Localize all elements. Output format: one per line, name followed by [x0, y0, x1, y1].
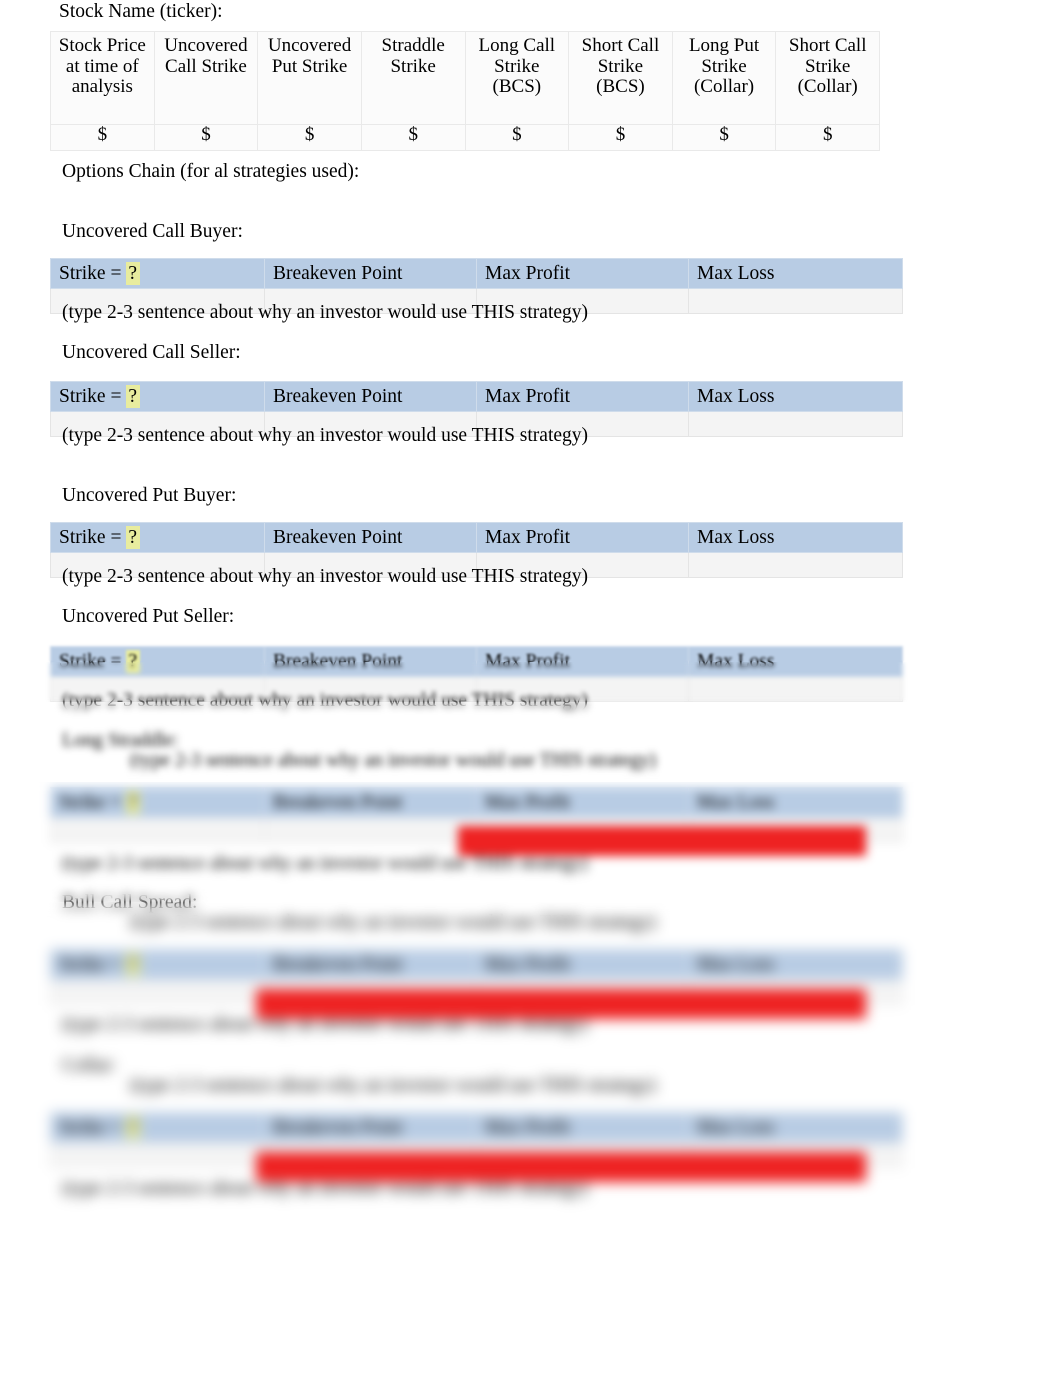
strike-header-cell[interactable]: Strike = ?	[50, 787, 265, 818]
strike-header-cell[interactable]: Strike = ?	[50, 949, 265, 980]
redaction-bar	[458, 826, 866, 856]
max-loss-header-cell: Max Loss	[688, 381, 903, 412]
max-loss-header-cell: Max Loss	[688, 258, 903, 289]
strike-label: Strike =	[59, 1117, 127, 1138]
section-title-uncovered-call-seller: Uncovered Call Seller:	[62, 342, 241, 363]
strike-value-highlight: ?	[126, 262, 140, 285]
strategy-subnote: (type 2-3 sentence about why an investor…	[130, 750, 657, 771]
strategy-prompt-text: (type 2-3 sentence about why an investor…	[62, 566, 589, 587]
max-loss-header-cell: Max Loss	[688, 1112, 903, 1143]
section-title-uncovered-put-seller: Uncovered Put Seller:	[62, 606, 235, 627]
strike-value-highlight: ?	[126, 791, 140, 814]
strike-value-cell[interactable]: $	[360, 124, 466, 151]
strike-value-highlight: ?	[126, 526, 140, 549]
max-profit-header-cell: Max Profit	[476, 949, 689, 980]
strike-price-table: Stock Price at time of analysis Uncovere…	[50, 31, 880, 151]
strike-value-cell[interactable]: $	[257, 124, 362, 151]
strike-input-cell[interactable]	[50, 817, 265, 843]
strike-header-cell[interactable]: Strike = ?	[50, 381, 265, 412]
strike-label: Strike =	[59, 651, 127, 672]
strike-table-value-row: $ $ $ $ $ $ $ $	[50, 124, 880, 151]
max-loss-input-cell[interactable]	[688, 552, 903, 578]
strike-value-highlight: ?	[126, 385, 140, 408]
redaction-bar	[256, 1152, 866, 1182]
strike-header-cell: Uncovered Put Strike	[257, 31, 362, 125]
max-profit-header-cell: Max Profit	[476, 646, 689, 677]
breakeven-input-cell[interactable]	[264, 817, 477, 843]
strike-value-cell[interactable]: $	[464, 124, 570, 151]
max-profit-header-cell: Max Profit	[476, 258, 689, 289]
strategy-prompt-text: (type 2-3 sentence about why an investor…	[62, 853, 589, 874]
strike-input-cell[interactable]	[50, 979, 265, 1005]
options-chain-label: Options Chain (for al strategies used):	[62, 161, 360, 182]
redaction-bar	[256, 989, 866, 1019]
strike-header-cell: Straddle Strike	[360, 31, 466, 125]
strike-header-cell[interactable]: Strike = ?	[50, 522, 265, 553]
max-profit-header-cell: Max Profit	[476, 522, 689, 553]
breakeven-header-cell: Breakeven Point	[264, 787, 477, 818]
section-title-uncovered-put-buyer: Uncovered Put Buyer:	[62, 485, 237, 506]
strike-label: Strike =	[59, 386, 127, 407]
strike-table-header-row: Stock Price at time of analysis Uncovere…	[50, 31, 880, 125]
strike-value-cell[interactable]: $	[671, 124, 777, 151]
breakeven-header-cell: Breakeven Point	[264, 646, 477, 677]
max-loss-header-cell: Max Loss	[688, 646, 903, 677]
strategy-prompt-text: (type 2-3 sentence about why an investor…	[62, 690, 589, 711]
stock-name-label: Stock Name (ticker):	[59, 1, 223, 22]
max-loss-header-cell: Max Loss	[688, 949, 903, 980]
strike-header-cell: Uncovered Call Strike	[153, 31, 259, 125]
breakeven-header-cell: Breakeven Point	[264, 522, 477, 553]
strike-value-cell[interactable]: $	[568, 124, 673, 151]
max-loss-input-cell[interactable]	[688, 676, 903, 702]
strike-header-cell: Short Call Strike (Collar)	[775, 31, 880, 125]
strike-header-cell[interactable]: Strike = ?	[50, 646, 265, 677]
section-title-long-straddle: Long Straddle:	[62, 730, 179, 751]
strategy-table-header-row: Strike = ? Breakeven Point Max Profit Ma…	[50, 1112, 903, 1143]
strategy-table-header-row: Strike = ? Breakeven Point Max Profit Ma…	[50, 646, 903, 677]
strike-label: Strike =	[59, 263, 127, 284]
strategy-table-header-row: Strike = ? Breakeven Point Max Profit Ma…	[50, 522, 903, 553]
document-page: Stock Name (ticker): Stock Price at time…	[0, 0, 1062, 1377]
strategy-subnote: (type 2-3 sentence about why an investor…	[130, 912, 657, 933]
strike-value-highlight: ?	[126, 1116, 140, 1139]
breakeven-header-cell: Breakeven Point	[264, 258, 477, 289]
section-title-collar: Collar:	[62, 1055, 117, 1076]
strategy-table-header-row: Strike = ? Breakeven Point Max Profit Ma…	[50, 258, 903, 289]
strike-value-highlight: ?	[126, 953, 140, 976]
strategy-subnote: (type 2-3 sentence about why an investor…	[130, 1075, 657, 1096]
strategy-table-header-row: Strike = ? Breakeven Point Max Profit Ma…	[50, 381, 903, 412]
strategy-prompt-text: (type 2-3 sentence about why an investor…	[62, 302, 589, 323]
strike-value-cell[interactable]: $	[775, 124, 880, 151]
max-profit-header-cell: Max Profit	[476, 1112, 689, 1143]
strike-label: Strike =	[59, 792, 127, 813]
section-title-uncovered-call-buyer: Uncovered Call Buyer:	[62, 221, 243, 242]
max-profit-header-cell: Max Profit	[476, 381, 689, 412]
strike-label: Strike =	[59, 954, 127, 975]
strike-input-cell[interactable]	[50, 1142, 265, 1168]
breakeven-header-cell: Breakeven Point	[264, 381, 477, 412]
breakeven-header-cell: Breakeven Point	[264, 949, 477, 980]
max-profit-header-cell: Max Profit	[476, 787, 689, 818]
strike-header-cell[interactable]: Strike = ?	[50, 258, 265, 289]
section-title-bull-call-spread: Bull Call Spread:	[62, 892, 198, 913]
max-loss-input-cell[interactable]	[688, 288, 903, 314]
strategy-prompt-text: (type 2-3 sentence about why an investor…	[62, 425, 589, 446]
max-loss-header-cell: Max Loss	[688, 522, 903, 553]
strike-header-cell: Long Call Strike (BCS)	[464, 31, 570, 125]
strike-header-cell[interactable]: Strike = ?	[50, 1112, 265, 1143]
strike-value-highlight: ?	[126, 650, 140, 673]
strike-label: Strike =	[59, 527, 127, 548]
max-loss-header-cell: Max Loss	[688, 787, 903, 818]
strike-header-cell: Short Call Strike (BCS)	[568, 31, 673, 125]
strike-value-cell[interactable]: $	[153, 124, 259, 151]
strike-header-cell: Stock Price at time of analysis	[50, 31, 155, 125]
breakeven-header-cell: Breakeven Point	[264, 1112, 477, 1143]
max-loss-input-cell[interactable]	[688, 411, 903, 437]
strike-value-cell[interactable]: $	[50, 124, 155, 151]
strike-header-cell: Long Put Strike (Collar)	[671, 31, 777, 125]
strategy-table-header-row: Strike = ? Breakeven Point Max Profit Ma…	[50, 787, 903, 818]
strategy-table-header-row: Strike = ? Breakeven Point Max Profit Ma…	[50, 949, 903, 980]
